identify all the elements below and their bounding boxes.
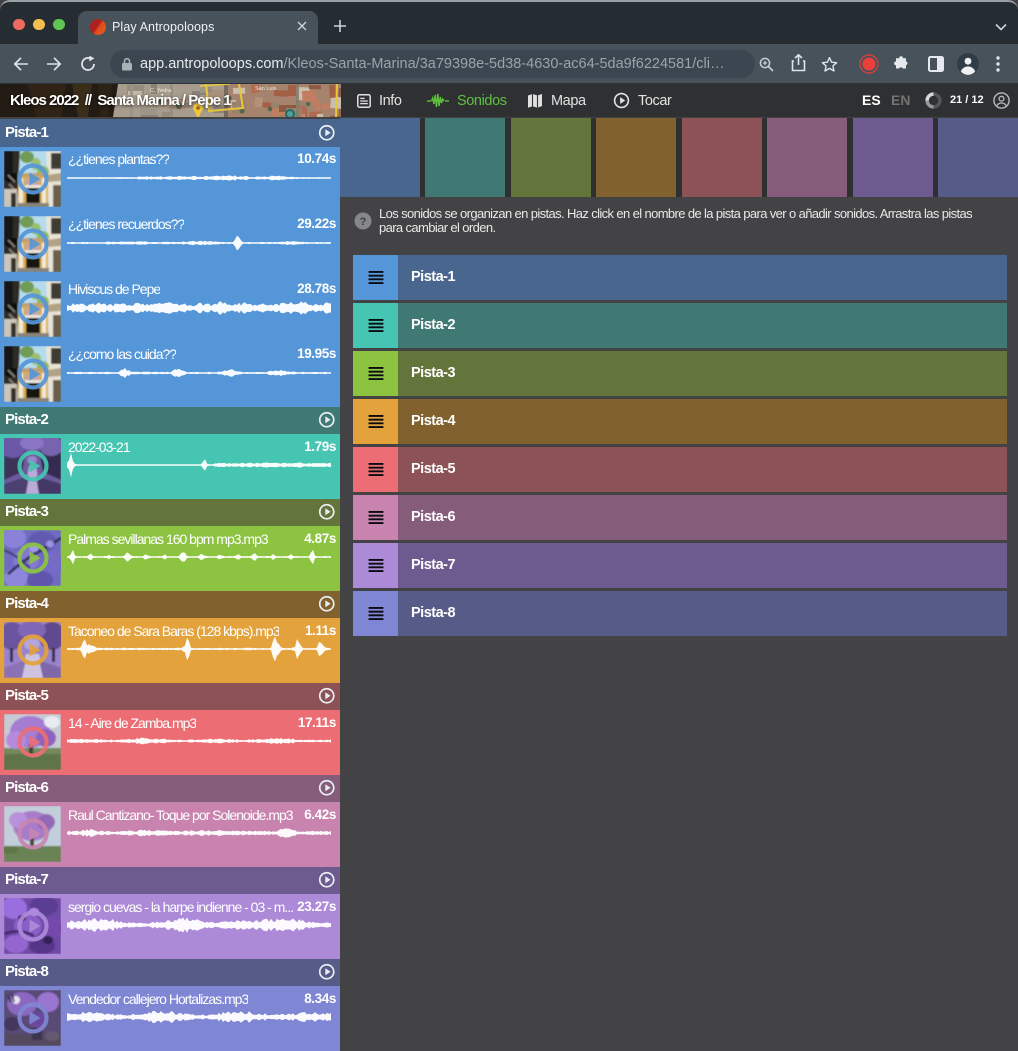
svg-text:?: ? [360,216,367,228]
svg-text:San Luis: San Luis [255,86,277,92]
